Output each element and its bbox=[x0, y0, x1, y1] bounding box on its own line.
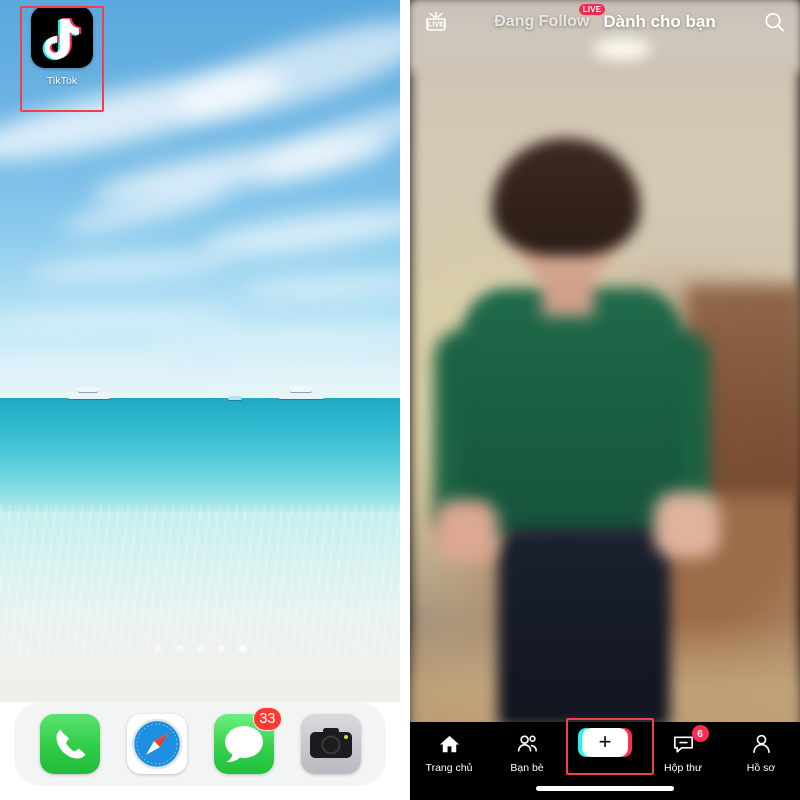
tiktok-note-glyph bbox=[42, 18, 81, 61]
app-icon-tiktok[interactable]: TikTok bbox=[20, 6, 104, 112]
person-hand-right bbox=[654, 492, 720, 558]
beach-wallpaper bbox=[0, 0, 400, 800]
dock-item-messages[interactable]: 33 bbox=[213, 707, 282, 774]
search-button[interactable] bbox=[760, 8, 788, 36]
ios-dock: 33 bbox=[14, 702, 386, 786]
person-torso bbox=[462, 288, 682, 538]
svg-text:LIVE: LIVE bbox=[428, 20, 444, 29]
ocean bbox=[0, 398, 400, 518]
live-button[interactable]: LIVE bbox=[422, 8, 450, 36]
page-dot-active[interactable] bbox=[238, 645, 246, 652]
page-dot[interactable] bbox=[154, 645, 162, 652]
tiktok-app-screen: LIVE Đang Follow LIVE Dành cho bạn Trang… bbox=[410, 0, 800, 800]
camera-icon bbox=[309, 728, 352, 758]
tab-dang-follow[interactable]: Đang Follow LIVE bbox=[494, 4, 606, 31]
feed-tabs: Đang Follow LIVE Dành cho bạn bbox=[450, 4, 760, 32]
inbox-icon: 6 bbox=[671, 725, 709, 757]
panel-divider bbox=[400, 0, 410, 800]
nav-label-profile: Hồ sơ bbox=[746, 762, 776, 774]
search-icon bbox=[764, 12, 784, 32]
dock-item-safari[interactable] bbox=[126, 714, 187, 774]
live-tv-icon: LIVE bbox=[426, 11, 446, 31]
nav-item-profile[interactable]: Hồ sơ bbox=[722, 731, 800, 774]
app-icon-label: TikTok bbox=[46, 75, 78, 87]
profile-icon bbox=[749, 731, 774, 757]
nav-label-home: Trang chủ bbox=[425, 762, 473, 774]
nav-label-friends: Bạn bè bbox=[510, 762, 544, 774]
home-icon bbox=[437, 731, 462, 757]
inbox-badge: 6 bbox=[691, 725, 709, 742]
page-dot[interactable] bbox=[196, 645, 204, 652]
boat-cabin bbox=[78, 387, 98, 392]
dock-item-phone[interactable] bbox=[39, 714, 100, 774]
nav-item-inbox[interactable]: 6 Hộp thư bbox=[644, 725, 722, 774]
tab-danh-cho-ban[interactable]: Dành cho bạn bbox=[603, 12, 715, 32]
ios-home-screen: TikTok 33 bbox=[0, 0, 400, 800]
tab-dang-follow-label: Đang Follow bbox=[494, 13, 590, 30]
page-dots[interactable] bbox=[0, 645, 400, 652]
nav-item-create[interactable]: + bbox=[566, 728, 644, 762]
page-dot[interactable] bbox=[175, 645, 183, 652]
messages-badge: 33 bbox=[253, 707, 282, 731]
tiktok-icon bbox=[31, 6, 93, 68]
plus-create-icon: + bbox=[578, 728, 632, 757]
boat bbox=[68, 392, 110, 399]
phone-icon bbox=[56, 729, 85, 759]
plus-glyph: + bbox=[598, 728, 612, 754]
screenshot-root: TikTok 33 LIVE Đang Follow LIVE Dành cho… bbox=[0, 0, 800, 800]
tab-danh-cho-ban-label: Dành cho bạn bbox=[603, 12, 716, 31]
compass-icon bbox=[131, 718, 182, 770]
nav-item-friends[interactable]: Bạn bè bbox=[488, 731, 566, 774]
friends-icon bbox=[515, 731, 540, 757]
create-button[interactable]: + bbox=[578, 728, 632, 757]
person-pants bbox=[498, 528, 670, 728]
live-badge: LIVE bbox=[578, 4, 606, 15]
dock-item-camera[interactable] bbox=[300, 714, 361, 774]
home-indicator bbox=[536, 786, 674, 791]
water-shimmer bbox=[0, 505, 400, 655]
person-hand-left bbox=[434, 500, 498, 562]
video-player[interactable] bbox=[410, 0, 800, 800]
nav-label-inbox: Hộp thư bbox=[664, 762, 702, 774]
page-dot[interactable] bbox=[217, 645, 225, 652]
boat bbox=[228, 396, 242, 400]
nav-item-home[interactable]: Trang chủ bbox=[410, 731, 488, 774]
boat-cabin bbox=[290, 386, 312, 392]
boat bbox=[278, 392, 324, 399]
tiktok-top-bar: LIVE Đang Follow LIVE Dành cho bạn bbox=[410, 0, 800, 44]
